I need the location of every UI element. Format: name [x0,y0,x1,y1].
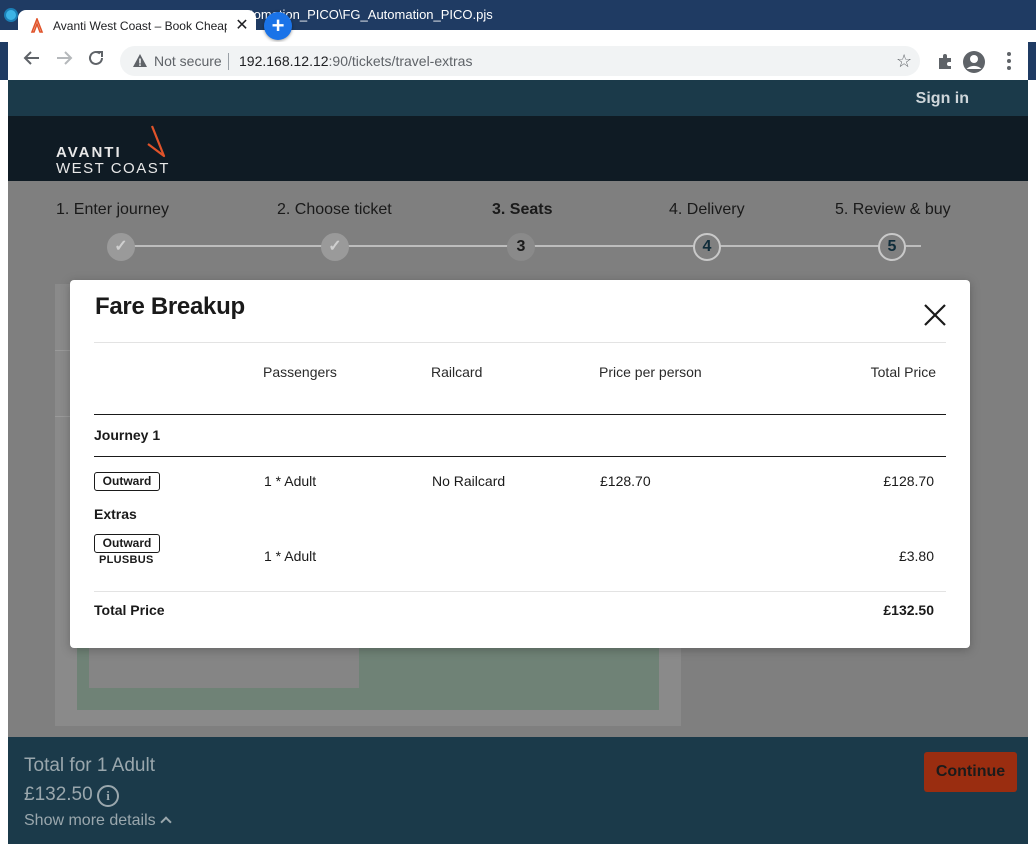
outward-passengers: 1 * Adult [264,473,317,489]
journey-heading: Journey 1 [94,427,161,443]
outward-railcard: No Railcard [432,473,506,489]
show-more-details-link[interactable]: Show more details [24,812,172,830]
address-bar[interactable]: Not secure 192.168.12.12:90/tickets/trav… [120,46,920,76]
total-for-label: Total for 1 Adult [24,755,155,776]
column-header-total-price: Total Price [870,364,936,380]
avanti-logo[interactable]: AVANTI WEST COAST [56,124,176,177]
total-price-value: £132.50 [883,602,934,618]
table-header-divider [94,414,946,415]
continue-button[interactable]: Continue [924,752,1017,792]
total-price-label: Total Price [94,602,165,618]
warning-icon [133,54,147,67]
browser-toolbar: Not secure 192.168.12.12:90/tickets/trav… [0,42,1036,80]
bookmark-star-icon[interactable]: ☆ [896,51,912,72]
site-header: AVANTI WEST COAST [8,116,1028,181]
extras-passengers: 1 * Adult [264,548,317,564]
avanti-favicon-icon [30,18,44,33]
url-text: 192.168.12.12:90/tickets/travel-extras [239,53,472,69]
forward-arrow-icon[interactable] [52,49,76,73]
step-1-label: 1. Enter journey [56,201,169,218]
column-header-passengers: Passengers [263,364,337,380]
tab-close-icon[interactable]: ✕ [232,16,252,36]
browser-tab[interactable]: Avanti West Coast – Book Cheap ✕ [18,10,256,42]
app-icon [4,8,18,22]
security-label: Not secure [154,53,222,69]
extensions-puzzle-icon[interactable] [936,51,956,71]
extras-outward-tag: Outward [94,534,160,553]
outward-tag: Outward [94,472,160,491]
avanti-logo-mark-icon [147,125,166,158]
column-header-price-per-person: Price per person [599,364,702,380]
logo-line-2: WEST COAST [56,160,170,177]
profile-avatar-icon[interactable] [962,50,986,74]
fare-breakup-modal: Fare Breakup Passengers Railcard Price p… [70,280,970,648]
step-2-check-icon[interactable]: ✓ [321,233,349,261]
step-1-check-icon[interactable]: ✓ [107,233,135,261]
browser-menu-icon[interactable] [1004,50,1014,72]
basket-summary-bar: Total for 1 Adult £132.50 i Show more de… [8,737,1028,844]
back-arrow-icon[interactable] [20,49,44,73]
url-host: 192.168.12.12 [239,53,329,69]
step-5-label: 5. Review & buy [835,201,951,218]
tab-title: Avanti West Coast – Book Cheap [53,19,227,33]
omnibox-divider [228,53,229,70]
url-path: :90/tickets/travel-extras [328,53,473,69]
new-tab-button[interactable]: + [264,12,292,40]
column-header-railcard: Railcard [431,364,483,380]
step-3-label: 3. Seats [492,201,553,218]
total-divider [94,591,946,592]
step-5-marker: 5 [878,233,906,261]
extras-total: £3.80 [898,548,934,564]
step-2-label: 2. Choose ticket [277,201,392,218]
modal-divider [94,342,946,343]
logo-line-1: AVANTI [56,144,122,161]
modal-title: Fare Breakup [95,293,245,320]
journey-divider [94,456,946,457]
plusbus-label: PLUSBUS [99,554,154,566]
total-amount: £132.50 [24,784,93,805]
card-inner-box [89,642,359,688]
step-3-marker: 3 [507,233,535,261]
outward-price-per-person: £128.70 [600,473,651,489]
booking-progress-steps: 1. Enter journey 2. Choose ticket 3. Sea… [8,181,1028,271]
chevron-up-icon [159,816,172,828]
extras-heading: Extras [94,506,137,522]
info-icon[interactable]: i [97,785,119,807]
reload-icon[interactable] [84,49,108,73]
site-topbar: Sign in [8,80,1028,116]
close-icon[interactable] [922,302,948,328]
outward-total: £128.70 [883,473,934,489]
step-4-label: 4. Delivery [669,201,745,218]
show-more-label: Show more details [24,812,156,829]
step-4-marker: 4 [693,233,721,261]
sign-in-link[interactable]: Sign in [916,90,969,108]
